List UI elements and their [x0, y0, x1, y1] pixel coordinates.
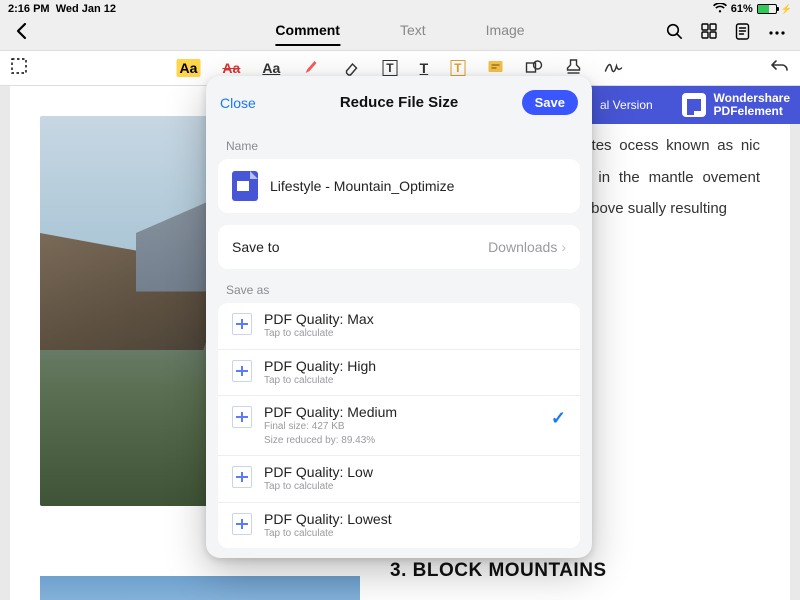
signature-tool-icon[interactable] — [603, 59, 623, 78]
top-right-actions — [666, 23, 786, 45]
save-to-label: Save to — [232, 239, 279, 255]
filename-value: Lifestyle - Mountain_Optimize — [270, 178, 454, 194]
reduce-file-size-sheet: Close Reduce File Size Save Name Lifesty… — [206, 76, 592, 558]
back-button[interactable] — [14, 22, 28, 46]
note-tool-icon[interactable] — [487, 59, 503, 78]
compress-icon — [232, 313, 252, 335]
more-icon[interactable] — [768, 23, 786, 45]
save-as-section-label: Save as — [206, 269, 592, 303]
tab-comment[interactable]: Comment — [275, 22, 340, 46]
textbox-tool-icon[interactable]: T — [382, 60, 397, 76]
app-top-bar: Comment Text Image — [0, 18, 800, 50]
undo-button[interactable] — [770, 58, 790, 79]
save-to-row[interactable]: Save to Downloads › — [218, 225, 580, 269]
quality-option-medium[interactable]: PDF Quality: Medium Final size: 427 KB S… — [218, 396, 580, 456]
quality-option-lowest[interactable]: PDF Quality: Lowest Tap to calculate — [218, 503, 580, 549]
ipad-status-bar: 2:16 PM Wed Jan 12 61% ⚡ — [0, 0, 800, 18]
status-time: 2:16 PM — [8, 3, 50, 15]
compress-icon — [232, 406, 252, 428]
quality-options: PDF Quality: Max Tap to calculate PDF Qu… — [218, 303, 580, 548]
name-section-label: Name — [206, 125, 592, 159]
trial-label: al Version — [600, 98, 653, 112]
chevron-right-icon: › — [561, 239, 566, 255]
compress-icon — [232, 360, 252, 382]
thumbnails-icon[interactable] — [701, 23, 717, 45]
brand-name: Wondershare PDFelement — [714, 92, 790, 117]
shapes-tool-icon[interactable] — [525, 59, 543, 78]
wifi-icon — [713, 3, 727, 16]
quality-option-low[interactable]: PDF Quality: Low Tap to calculate — [218, 456, 580, 503]
article-image-2 — [40, 576, 360, 600]
highlight-tool-icon[interactable]: Aa — [177, 59, 201, 77]
save-button[interactable]: Save — [522, 90, 578, 115]
quality-option-max[interactable]: PDF Quality: Max Tap to calculate — [218, 303, 580, 350]
close-button[interactable]: Close — [220, 95, 256, 111]
charging-icon: ⚡ — [781, 4, 792, 15]
callout-tool-icon[interactable]: T — [450, 60, 465, 76]
quality-option-high[interactable]: PDF Quality: High Tap to calculate — [218, 350, 580, 397]
underline-tool-icon[interactable]: Aa — [262, 60, 280, 76]
status-date: Wed Jan 12 — [56, 3, 116, 15]
tab-image[interactable]: Image — [486, 22, 525, 46]
battery-percent: 61% — [731, 3, 753, 15]
tab-text[interactable]: Text — [400, 22, 426, 46]
reader-icon[interactable] — [735, 23, 750, 45]
text-tool-icon[interactable]: T — [420, 60, 429, 76]
filename-field[interactable]: Lifestyle - Mountain_Optimize — [218, 159, 580, 213]
save-to-value: Downloads — [488, 239, 557, 255]
mode-tabs: Comment Text Image — [275, 22, 524, 46]
search-icon[interactable] — [666, 23, 683, 45]
document-icon — [232, 171, 258, 201]
compress-icon — [232, 513, 252, 535]
strikethrough-tool-icon[interactable]: Aa — [222, 60, 240, 76]
battery-icon — [757, 4, 777, 14]
sheet-title: Reduce File Size — [340, 94, 458, 111]
section-heading-3: 3. BLOCK MOUNTAINS — [390, 560, 607, 582]
checkmark-icon: ✓ — [551, 408, 566, 429]
compress-icon — [232, 466, 252, 488]
selection-tool-icon[interactable] — [10, 57, 28, 80]
pdfelement-logo-icon — [682, 93, 706, 117]
trial-banner[interactable]: al Version Wondershare PDFelement — [590, 86, 800, 124]
